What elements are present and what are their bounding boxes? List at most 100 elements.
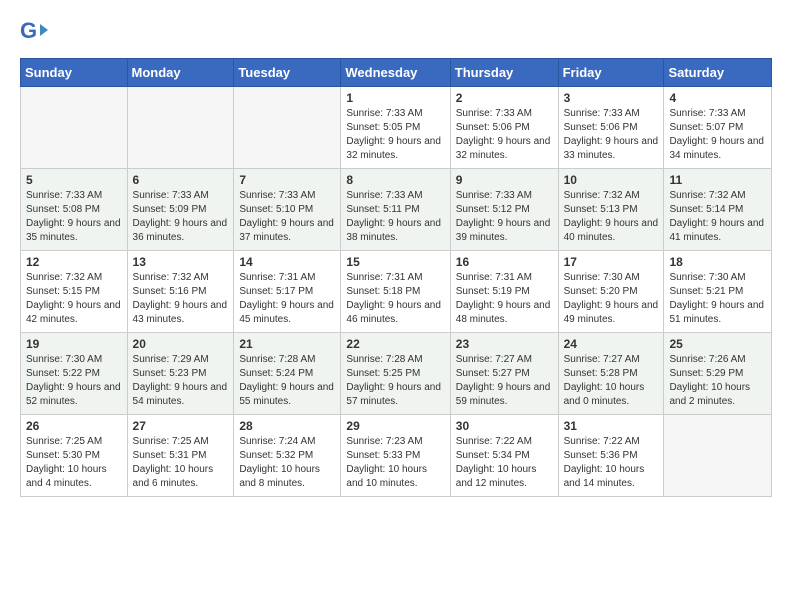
day-info: Sunrise: 7:32 AM Sunset: 5:13 PM Dayligh… xyxy=(564,189,659,245)
day-number: 29 xyxy=(346,419,444,433)
day-info: Sunrise: 7:32 AM Sunset: 5:15 PM Dayligh… xyxy=(26,271,122,327)
day-number: 3 xyxy=(564,91,659,105)
calendar-cell: 16 Sunrise: 7:31 AM Sunset: 5:19 PM Dayli… xyxy=(450,251,558,333)
weekday-header: Friday xyxy=(558,59,664,87)
calendar-header-row: SundayMondayTuesdayWednesdayThursdayFrid… xyxy=(21,59,772,87)
calendar-cell: 17 Sunrise: 7:30 AM Sunset: 5:20 PM Dayli… xyxy=(558,251,664,333)
calendar-cell: 26 Sunrise: 7:25 AM Sunset: 5:30 PM Dayli… xyxy=(21,415,128,497)
calendar-cell: 19 Sunrise: 7:30 AM Sunset: 5:22 PM Dayli… xyxy=(21,333,128,415)
day-number: 4 xyxy=(669,91,766,105)
calendar-cell: 14 Sunrise: 7:31 AM Sunset: 5:17 PM Dayli… xyxy=(234,251,341,333)
weekday-header: Monday xyxy=(127,59,234,87)
day-info: Sunrise: 7:23 AM Sunset: 5:33 PM Dayligh… xyxy=(346,435,444,491)
day-number: 30 xyxy=(456,419,553,433)
day-info: Sunrise: 7:32 AM Sunset: 5:16 PM Dayligh… xyxy=(133,271,229,327)
day-number: 22 xyxy=(346,337,444,351)
day-number: 15 xyxy=(346,255,444,269)
day-info: Sunrise: 7:33 AM Sunset: 5:09 PM Dayligh… xyxy=(133,189,229,245)
calendar-week-row: 19 Sunrise: 7:30 AM Sunset: 5:22 PM Dayli… xyxy=(21,333,772,415)
day-number: 10 xyxy=(564,173,659,187)
calendar-cell: 1Sunrise: 7:33 AM Sunset: 5:05 PM Daylig… xyxy=(341,87,450,169)
calendar-cell: 22 Sunrise: 7:28 AM Sunset: 5:25 PM Dayli… xyxy=(341,333,450,415)
calendar-week-row: 1Sunrise: 7:33 AM Sunset: 5:05 PM Daylig… xyxy=(21,87,772,169)
day-number: 28 xyxy=(239,419,335,433)
logo-icon: G xyxy=(20,18,48,46)
calendar-cell: 11Sunrise: 7:32 AM Sunset: 5:14 PM Dayli… xyxy=(664,169,772,251)
calendar-cell: 23 Sunrise: 7:27 AM Sunset: 5:27 PM Dayli… xyxy=(450,333,558,415)
svg-text:G: G xyxy=(20,18,37,43)
calendar-cell: 20 Sunrise: 7:29 AM Sunset: 5:23 PM Dayli… xyxy=(127,333,234,415)
day-number: 8 xyxy=(346,173,444,187)
day-number: 25 xyxy=(669,337,766,351)
calendar-cell: 10 Sunrise: 7:32 AM Sunset: 5:13 PM Dayli… xyxy=(558,169,664,251)
calendar-cell: 7Sunrise: 7:33 AM Sunset: 5:10 PM Daylig… xyxy=(234,169,341,251)
day-number: 19 xyxy=(26,337,122,351)
weekday-header: Saturday xyxy=(664,59,772,87)
logo: G xyxy=(20,18,50,46)
day-info: Sunrise: 7:31 AM Sunset: 5:19 PM Dayligh… xyxy=(456,271,553,327)
day-info: Sunrise: 7:29 AM Sunset: 5:23 PM Dayligh… xyxy=(133,353,229,409)
calendar-week-row: 5 Sunrise: 7:33 AM Sunset: 5:08 PM Daylig… xyxy=(21,169,772,251)
day-number: 14 xyxy=(239,255,335,269)
day-info: Sunrise: 7:26 AM Sunset: 5:29 PM Dayligh… xyxy=(669,353,766,409)
day-info: Sunrise: 7:27 AM Sunset: 5:28 PM Dayligh… xyxy=(564,353,659,409)
calendar-week-row: 12 Sunrise: 7:32 AM Sunset: 5:15 PM Dayli… xyxy=(21,251,772,333)
calendar-cell: 5 Sunrise: 7:33 AM Sunset: 5:08 PM Daylig… xyxy=(21,169,128,251)
calendar-cell: 21Sunrise: 7:28 AM Sunset: 5:24 PM Dayli… xyxy=(234,333,341,415)
calendar-cell: 24Sunrise: 7:27 AM Sunset: 5:28 PM Dayli… xyxy=(558,333,664,415)
day-info: Sunrise: 7:33 AM Sunset: 5:11 PM Dayligh… xyxy=(346,189,444,245)
calendar-cell xyxy=(21,87,128,169)
day-info: Sunrise: 7:25 AM Sunset: 5:31 PM Dayligh… xyxy=(133,435,229,491)
weekday-header: Wednesday xyxy=(341,59,450,87)
day-info: Sunrise: 7:24 AM Sunset: 5:32 PM Dayligh… xyxy=(239,435,335,491)
calendar-cell: 25 Sunrise: 7:26 AM Sunset: 5:29 PM Dayli… xyxy=(664,333,772,415)
day-number: 12 xyxy=(26,255,122,269)
day-info: Sunrise: 7:22 AM Sunset: 5:34 PM Dayligh… xyxy=(456,435,553,491)
calendar-cell: 31Sunrise: 7:22 AM Sunset: 5:36 PM Dayli… xyxy=(558,415,664,497)
calendar-page: G SundayMondayTuesdayWednesdayThursdayFr… xyxy=(0,0,792,507)
day-number: 5 xyxy=(26,173,122,187)
header: G xyxy=(20,18,772,46)
calendar-cell: 8 Sunrise: 7:33 AM Sunset: 5:11 PM Daylig… xyxy=(341,169,450,251)
calendar-table: SundayMondayTuesdayWednesdayThursdayFrid… xyxy=(20,58,772,497)
day-info: Sunrise: 7:30 AM Sunset: 5:21 PM Dayligh… xyxy=(669,271,766,327)
calendar-cell: 12 Sunrise: 7:32 AM Sunset: 5:15 PM Dayli… xyxy=(21,251,128,333)
day-info: Sunrise: 7:31 AM Sunset: 5:17 PM Dayligh… xyxy=(239,271,335,327)
day-number: 27 xyxy=(133,419,229,433)
day-info: Sunrise: 7:32 AM Sunset: 5:14 PM Dayligh… xyxy=(669,189,766,245)
day-number: 1 xyxy=(346,91,444,105)
day-info: Sunrise: 7:25 AM Sunset: 5:30 PM Dayligh… xyxy=(26,435,122,491)
day-info: Sunrise: 7:30 AM Sunset: 5:20 PM Dayligh… xyxy=(564,271,659,327)
calendar-cell xyxy=(127,87,234,169)
day-number: 20 xyxy=(133,337,229,351)
day-number: 18 xyxy=(669,255,766,269)
calendar-cell xyxy=(234,87,341,169)
calendar-cell: 13Sunrise: 7:32 AM Sunset: 5:16 PM Dayli… xyxy=(127,251,234,333)
day-number: 26 xyxy=(26,419,122,433)
day-number: 16 xyxy=(456,255,553,269)
day-info: Sunrise: 7:28 AM Sunset: 5:25 PM Dayligh… xyxy=(346,353,444,409)
day-number: 21 xyxy=(239,337,335,351)
day-number: 23 xyxy=(456,337,553,351)
day-number: 6 xyxy=(133,173,229,187)
weekday-header: Tuesday xyxy=(234,59,341,87)
day-number: 17 xyxy=(564,255,659,269)
day-number: 2 xyxy=(456,91,553,105)
calendar-cell: 27 Sunrise: 7:25 AM Sunset: 5:31 PM Dayli… xyxy=(127,415,234,497)
day-info: Sunrise: 7:33 AM Sunset: 5:06 PM Dayligh… xyxy=(456,107,553,163)
day-info: Sunrise: 7:33 AM Sunset: 5:06 PM Dayligh… xyxy=(564,107,659,163)
weekday-header: Thursday xyxy=(450,59,558,87)
calendar-cell: 15 Sunrise: 7:31 AM Sunset: 5:18 PM Dayli… xyxy=(341,251,450,333)
day-info: Sunrise: 7:31 AM Sunset: 5:18 PM Dayligh… xyxy=(346,271,444,327)
day-number: 7 xyxy=(239,173,335,187)
calendar-cell: 4 Sunrise: 7:33 AM Sunset: 5:07 PM Daylig… xyxy=(664,87,772,169)
day-info: Sunrise: 7:22 AM Sunset: 5:36 PM Dayligh… xyxy=(564,435,659,491)
weekday-header: Sunday xyxy=(21,59,128,87)
day-info: Sunrise: 7:27 AM Sunset: 5:27 PM Dayligh… xyxy=(456,353,553,409)
calendar-cell xyxy=(664,415,772,497)
day-info: Sunrise: 7:33 AM Sunset: 5:08 PM Dayligh… xyxy=(26,189,122,245)
calendar-cell: 28 Sunrise: 7:24 AM Sunset: 5:32 PM Dayli… xyxy=(234,415,341,497)
calendar-cell: 9Sunrise: 7:33 AM Sunset: 5:12 PM Daylig… xyxy=(450,169,558,251)
day-info: Sunrise: 7:30 AM Sunset: 5:22 PM Dayligh… xyxy=(26,353,122,409)
day-info: Sunrise: 7:33 AM Sunset: 5:07 PM Dayligh… xyxy=(669,107,766,163)
